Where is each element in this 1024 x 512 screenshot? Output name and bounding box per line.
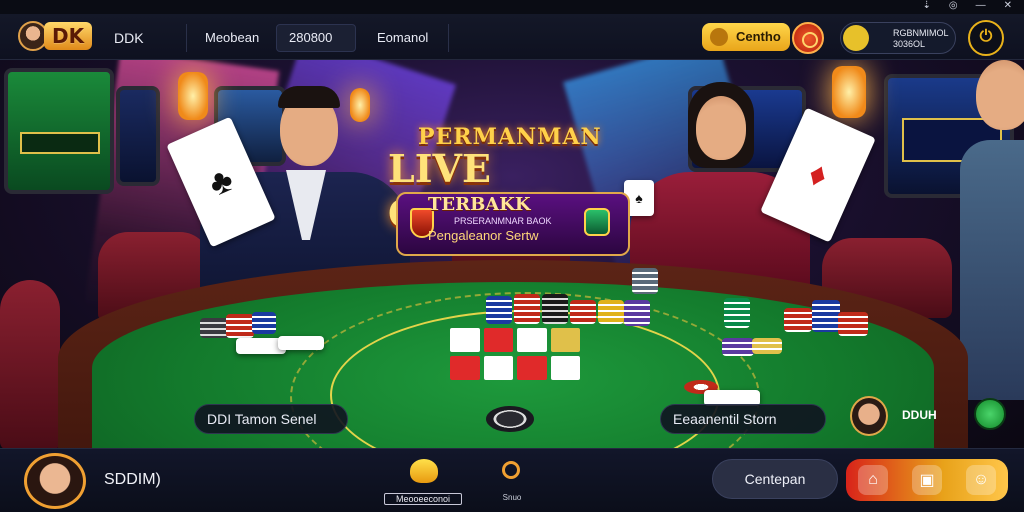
table-status-label[interactable]: Eeaanentil Storn	[660, 404, 826, 434]
piggy-bank-icon	[410, 459, 438, 483]
bet-spot[interactable]	[517, 356, 547, 380]
coin-button-label: Centho	[736, 29, 781, 44]
chat-icon[interactable]: ☺	[966, 465, 996, 495]
live-casino-scene: ♣ ♦ ♠ PERMANMAN LIVE CAAINQ TERBAKK PRSE…	[0, 60, 1024, 448]
dealer-chip[interactable]	[486, 406, 534, 432]
hero-banner: PERMANMAN LIVE CAAINQ TERBAKK PRSERANMNA…	[388, 124, 638, 262]
bet-spot[interactable]	[550, 356, 580, 380]
user-name: SDDIM)	[104, 471, 161, 488]
chip-stack[interactable]	[624, 300, 650, 326]
bet-spot[interactable]	[450, 356, 480, 380]
right-player-head	[976, 60, 1024, 130]
chip-stack[interactable]	[542, 294, 568, 324]
app-root: ⇣ ◎ — ✕ DK DDK Meobean 280800 Eomanol Ce…	[0, 0, 1024, 512]
user-account-pill[interactable]: RGBNMIMOL 3036OL	[840, 22, 956, 54]
settings-icon[interactable]: ◎	[949, 0, 958, 12]
side-monitor	[116, 86, 160, 186]
gift-button-label: Meooeeconoi	[384, 493, 462, 505]
bet-spot[interactable]	[483, 356, 513, 380]
chip-stack[interactable]	[812, 300, 840, 332]
right-player-shirt	[960, 140, 1024, 400]
gift-button[interactable]: Meooeeconoi	[384, 457, 462, 507]
brand-logo: DK	[44, 22, 93, 50]
header-divider	[186, 24, 187, 52]
chip-stack[interactable]	[598, 300, 624, 324]
chip-stack[interactable]	[724, 298, 750, 328]
window-titlebar: ⇣ ◎ — ✕	[0, 0, 1024, 14]
user-avatar[interactable]	[24, 453, 86, 509]
chip-stack[interactable]	[632, 268, 658, 294]
slot-reels	[20, 132, 100, 154]
hero-caption: PRSERANMNAR BAOK	[454, 216, 552, 226]
power-icon[interactable]: ⏻	[968, 20, 1004, 56]
chip-stack[interactable]	[784, 308, 812, 332]
gem-icon	[584, 208, 610, 236]
chair	[0, 280, 60, 448]
dealer-name: DDUH	[902, 408, 937, 422]
table-card[interactable]	[278, 336, 324, 350]
top-header: DK DDK Meobean 280800 Eomanol Centho RGB…	[0, 14, 1024, 60]
bet-spot[interactable]	[483, 328, 513, 352]
bet-spot[interactable]	[450, 328, 480, 352]
close-icon[interactable]: ✕	[1004, 0, 1012, 12]
balance-field[interactable]: 280800	[276, 24, 356, 52]
download-icon[interactable]: ⇣	[922, 0, 930, 12]
header-menu-item-2[interactable]: Eomanol	[364, 24, 441, 52]
dealer-avatar	[850, 396, 888, 436]
betting-grid[interactable]	[450, 328, 580, 380]
header-divider-2	[448, 24, 449, 52]
chip-stack[interactable]	[486, 296, 512, 324]
window-controls: ⇣ ◎ — ✕	[922, 0, 1012, 12]
hero-subtitle: TERBAKK	[428, 194, 531, 215]
header-menu-item[interactable]: Meobean	[192, 24, 272, 52]
chip-stack[interactable]	[252, 312, 276, 334]
action-button[interactable]: Centepan	[712, 459, 838, 499]
minimize-icon[interactable]: —	[976, 0, 986, 12]
dealer-tag[interactable]: DDUH	[848, 394, 976, 438]
user-pill-title: RGBNMIMOL	[893, 28, 949, 38]
chip-stack[interactable]	[514, 294, 540, 324]
wall-lamp	[832, 66, 866, 118]
user-level-icon	[843, 25, 869, 51]
wallet-icon[interactable]: ▣	[912, 465, 942, 495]
coin-button[interactable]: Centho	[702, 23, 790, 51]
brand-logo-group[interactable]: DK	[18, 21, 93, 51]
quick-action-group: ⌂ ▣ ☺	[846, 459, 1008, 501]
chip-stack[interactable]	[722, 338, 754, 356]
home-icon[interactable]: ⌂	[858, 465, 888, 495]
slot-machine-screen	[4, 68, 114, 194]
dealer-head	[696, 96, 746, 160]
bet-spot[interactable]	[550, 328, 580, 352]
brand-name: DDK	[114, 30, 144, 46]
chip-stack[interactable]	[838, 312, 868, 336]
user-pill-subtitle: 3036OL	[893, 39, 926, 49]
bet-spot[interactable]	[517, 328, 547, 352]
hero-tagline: Pengaleanor Sertw	[428, 228, 539, 243]
table-name-label[interactable]: DDI Tamon Senel	[194, 404, 348, 434]
search-button[interactable]: Snuo	[492, 457, 532, 507]
chip-stack[interactable]	[226, 314, 254, 338]
player-hair	[278, 86, 340, 108]
search-button-label: Snuo	[502, 493, 522, 502]
coin-icon	[710, 28, 728, 46]
chip-stack[interactable]	[752, 338, 782, 354]
reward-icon[interactable]	[792, 22, 824, 54]
search-icon	[502, 461, 520, 479]
live-status-icon[interactable]	[974, 398, 1006, 430]
bottom-bar: SDDIM) Meooeeconoi Snuo Centepan ⌂ ▣ ☺	[0, 448, 1024, 512]
chip-stack[interactable]	[570, 300, 596, 324]
